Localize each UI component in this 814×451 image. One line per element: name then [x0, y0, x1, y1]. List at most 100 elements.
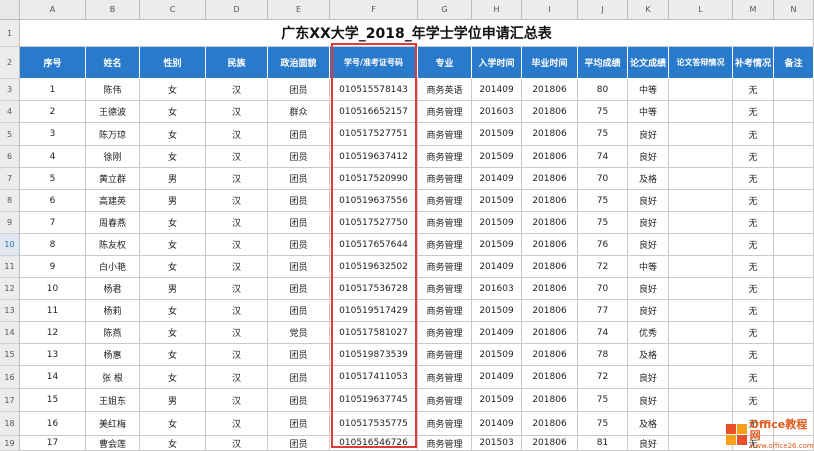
table-cell[interactable]: 商务管理 [418, 212, 472, 234]
table-cell[interactable]: 201806 [522, 344, 578, 366]
table-cell[interactable]: 201806 [522, 123, 578, 146]
table-cell[interactable]: 良好 [628, 389, 669, 412]
table-cell[interactable]: 女 [140, 146, 206, 168]
table-cell[interactable]: 杨惠 [86, 344, 140, 366]
table-cell[interactable]: 中等 [628, 101, 669, 123]
table-cell[interactable]: 党员 [268, 322, 330, 344]
table-cell[interactable]: 76 [578, 234, 628, 256]
table-cell[interactable] [774, 366, 814, 389]
table-cell[interactable]: 010519637556 [330, 190, 418, 212]
table-cell[interactable]: 团员 [268, 212, 330, 234]
table-cell[interactable] [669, 300, 733, 322]
table-cell[interactable]: 杨莉 [86, 300, 140, 322]
table-cell[interactable]: 女 [140, 412, 206, 436]
table-cell[interactable]: 70 [578, 168, 628, 190]
table-cell[interactable]: 72 [578, 256, 628, 278]
row-header-11[interactable]: 11 [0, 256, 20, 278]
table-cell[interactable]: 010517527750 [330, 212, 418, 234]
table-header-cell[interactable]: 民族 [206, 47, 268, 79]
table-cell[interactable]: 201806 [522, 212, 578, 234]
row-header-6[interactable]: 6 [0, 146, 20, 168]
table-cell[interactable]: 4 [20, 146, 86, 168]
table-cell[interactable]: 201509 [472, 190, 522, 212]
table-cell[interactable] [669, 190, 733, 212]
table-cell[interactable] [669, 146, 733, 168]
column-header-j[interactable]: J [578, 0, 628, 20]
table-cell[interactable]: 12 [20, 322, 86, 344]
table-cell[interactable]: 无 [733, 366, 774, 389]
table-cell[interactable]: 女 [140, 436, 206, 451]
table-cell[interactable]: 汉 [206, 322, 268, 344]
table-cell[interactable]: 77 [578, 300, 628, 322]
table-header-cell[interactable]: 专业 [418, 47, 472, 79]
column-header-i[interactable]: I [522, 0, 578, 20]
table-cell[interactable] [669, 278, 733, 300]
table-cell[interactable] [774, 389, 814, 412]
table-cell[interactable]: 团员 [268, 234, 330, 256]
table-cell[interactable]: 201409 [472, 79, 522, 101]
table-cell[interactable]: 无 [733, 278, 774, 300]
sheet-title[interactable]: 广东XX大学_2018_年学士学位申请汇总表 [20, 20, 814, 47]
table-cell[interactable]: 商务管理 [418, 389, 472, 412]
table-cell[interactable]: 10 [20, 278, 86, 300]
table-cell[interactable]: 201509 [472, 123, 522, 146]
row-header-7[interactable]: 7 [0, 168, 20, 190]
row-header-3[interactable]: 3 [0, 79, 20, 101]
table-cell[interactable]: 团员 [268, 389, 330, 412]
row-header-1[interactable]: 1 [0, 20, 20, 47]
table-cell[interactable]: 010516546726 [330, 436, 418, 451]
table-cell[interactable]: 汉 [206, 436, 268, 451]
table-cell[interactable]: 汉 [206, 123, 268, 146]
table-cell[interactable]: 201509 [472, 146, 522, 168]
table-cell[interactable] [669, 234, 733, 256]
table-cell[interactable]: 78 [578, 344, 628, 366]
table-cell[interactable]: 商务管理 [418, 300, 472, 322]
table-cell[interactable]: 201806 [522, 168, 578, 190]
table-cell[interactable]: 010517536728 [330, 278, 418, 300]
table-cell[interactable]: 汉 [206, 168, 268, 190]
table-cell[interactable]: 无 [733, 256, 774, 278]
row-header-14[interactable]: 14 [0, 322, 20, 344]
table-cell[interactable]: 汉 [206, 212, 268, 234]
table-cell[interactable]: 美红梅 [86, 412, 140, 436]
table-cell[interactable]: 201509 [472, 234, 522, 256]
table-cell[interactable]: 女 [140, 79, 206, 101]
table-cell[interactable]: 75 [578, 212, 628, 234]
table-header-cell[interactable]: 序号 [20, 47, 86, 79]
table-cell[interactable] [774, 101, 814, 123]
table-cell[interactable]: 曹会莲 [86, 436, 140, 451]
table-cell[interactable]: 201806 [522, 366, 578, 389]
row-header-4[interactable]: 4 [0, 101, 20, 123]
table-cell[interactable]: 2 [20, 101, 86, 123]
table-cell[interactable]: 商务管理 [418, 366, 472, 389]
table-cell[interactable] [669, 412, 733, 436]
column-header-a[interactable]: A [20, 0, 86, 20]
column-header-m[interactable]: M [733, 0, 774, 20]
table-cell[interactable]: 汉 [206, 389, 268, 412]
table-cell[interactable] [669, 344, 733, 366]
row-header-18[interactable]: 18 [0, 412, 20, 436]
table-cell[interactable]: 201806 [522, 79, 578, 101]
table-cell[interactable] [774, 300, 814, 322]
table-cell[interactable]: 201509 [472, 344, 522, 366]
table-cell[interactable]: 及格 [628, 344, 669, 366]
table-cell[interactable]: 汉 [206, 278, 268, 300]
table-cell[interactable]: 无 [733, 389, 774, 412]
table-cell[interactable]: 11 [20, 300, 86, 322]
table-cell[interactable]: 201509 [472, 212, 522, 234]
table-cell[interactable]: 75 [578, 412, 628, 436]
table-cell[interactable]: 3 [20, 123, 86, 146]
table-cell[interactable] [669, 212, 733, 234]
table-header-cell[interactable]: 入学时间 [472, 47, 522, 79]
row-header-5[interactable]: 5 [0, 123, 20, 146]
table-cell[interactable]: 201603 [472, 101, 522, 123]
table-cell[interactable]: 商务管理 [418, 146, 472, 168]
table-cell[interactable]: 80 [578, 79, 628, 101]
column-header-d[interactable]: D [206, 0, 268, 20]
table-cell[interactable]: 良好 [628, 146, 669, 168]
table-cell[interactable] [774, 79, 814, 101]
table-cell[interactable]: 黄立群 [86, 168, 140, 190]
table-cell[interactable]: 201509 [472, 389, 522, 412]
row-header-10[interactable]: 10 [0, 234, 20, 256]
row-header-15[interactable]: 15 [0, 344, 20, 366]
